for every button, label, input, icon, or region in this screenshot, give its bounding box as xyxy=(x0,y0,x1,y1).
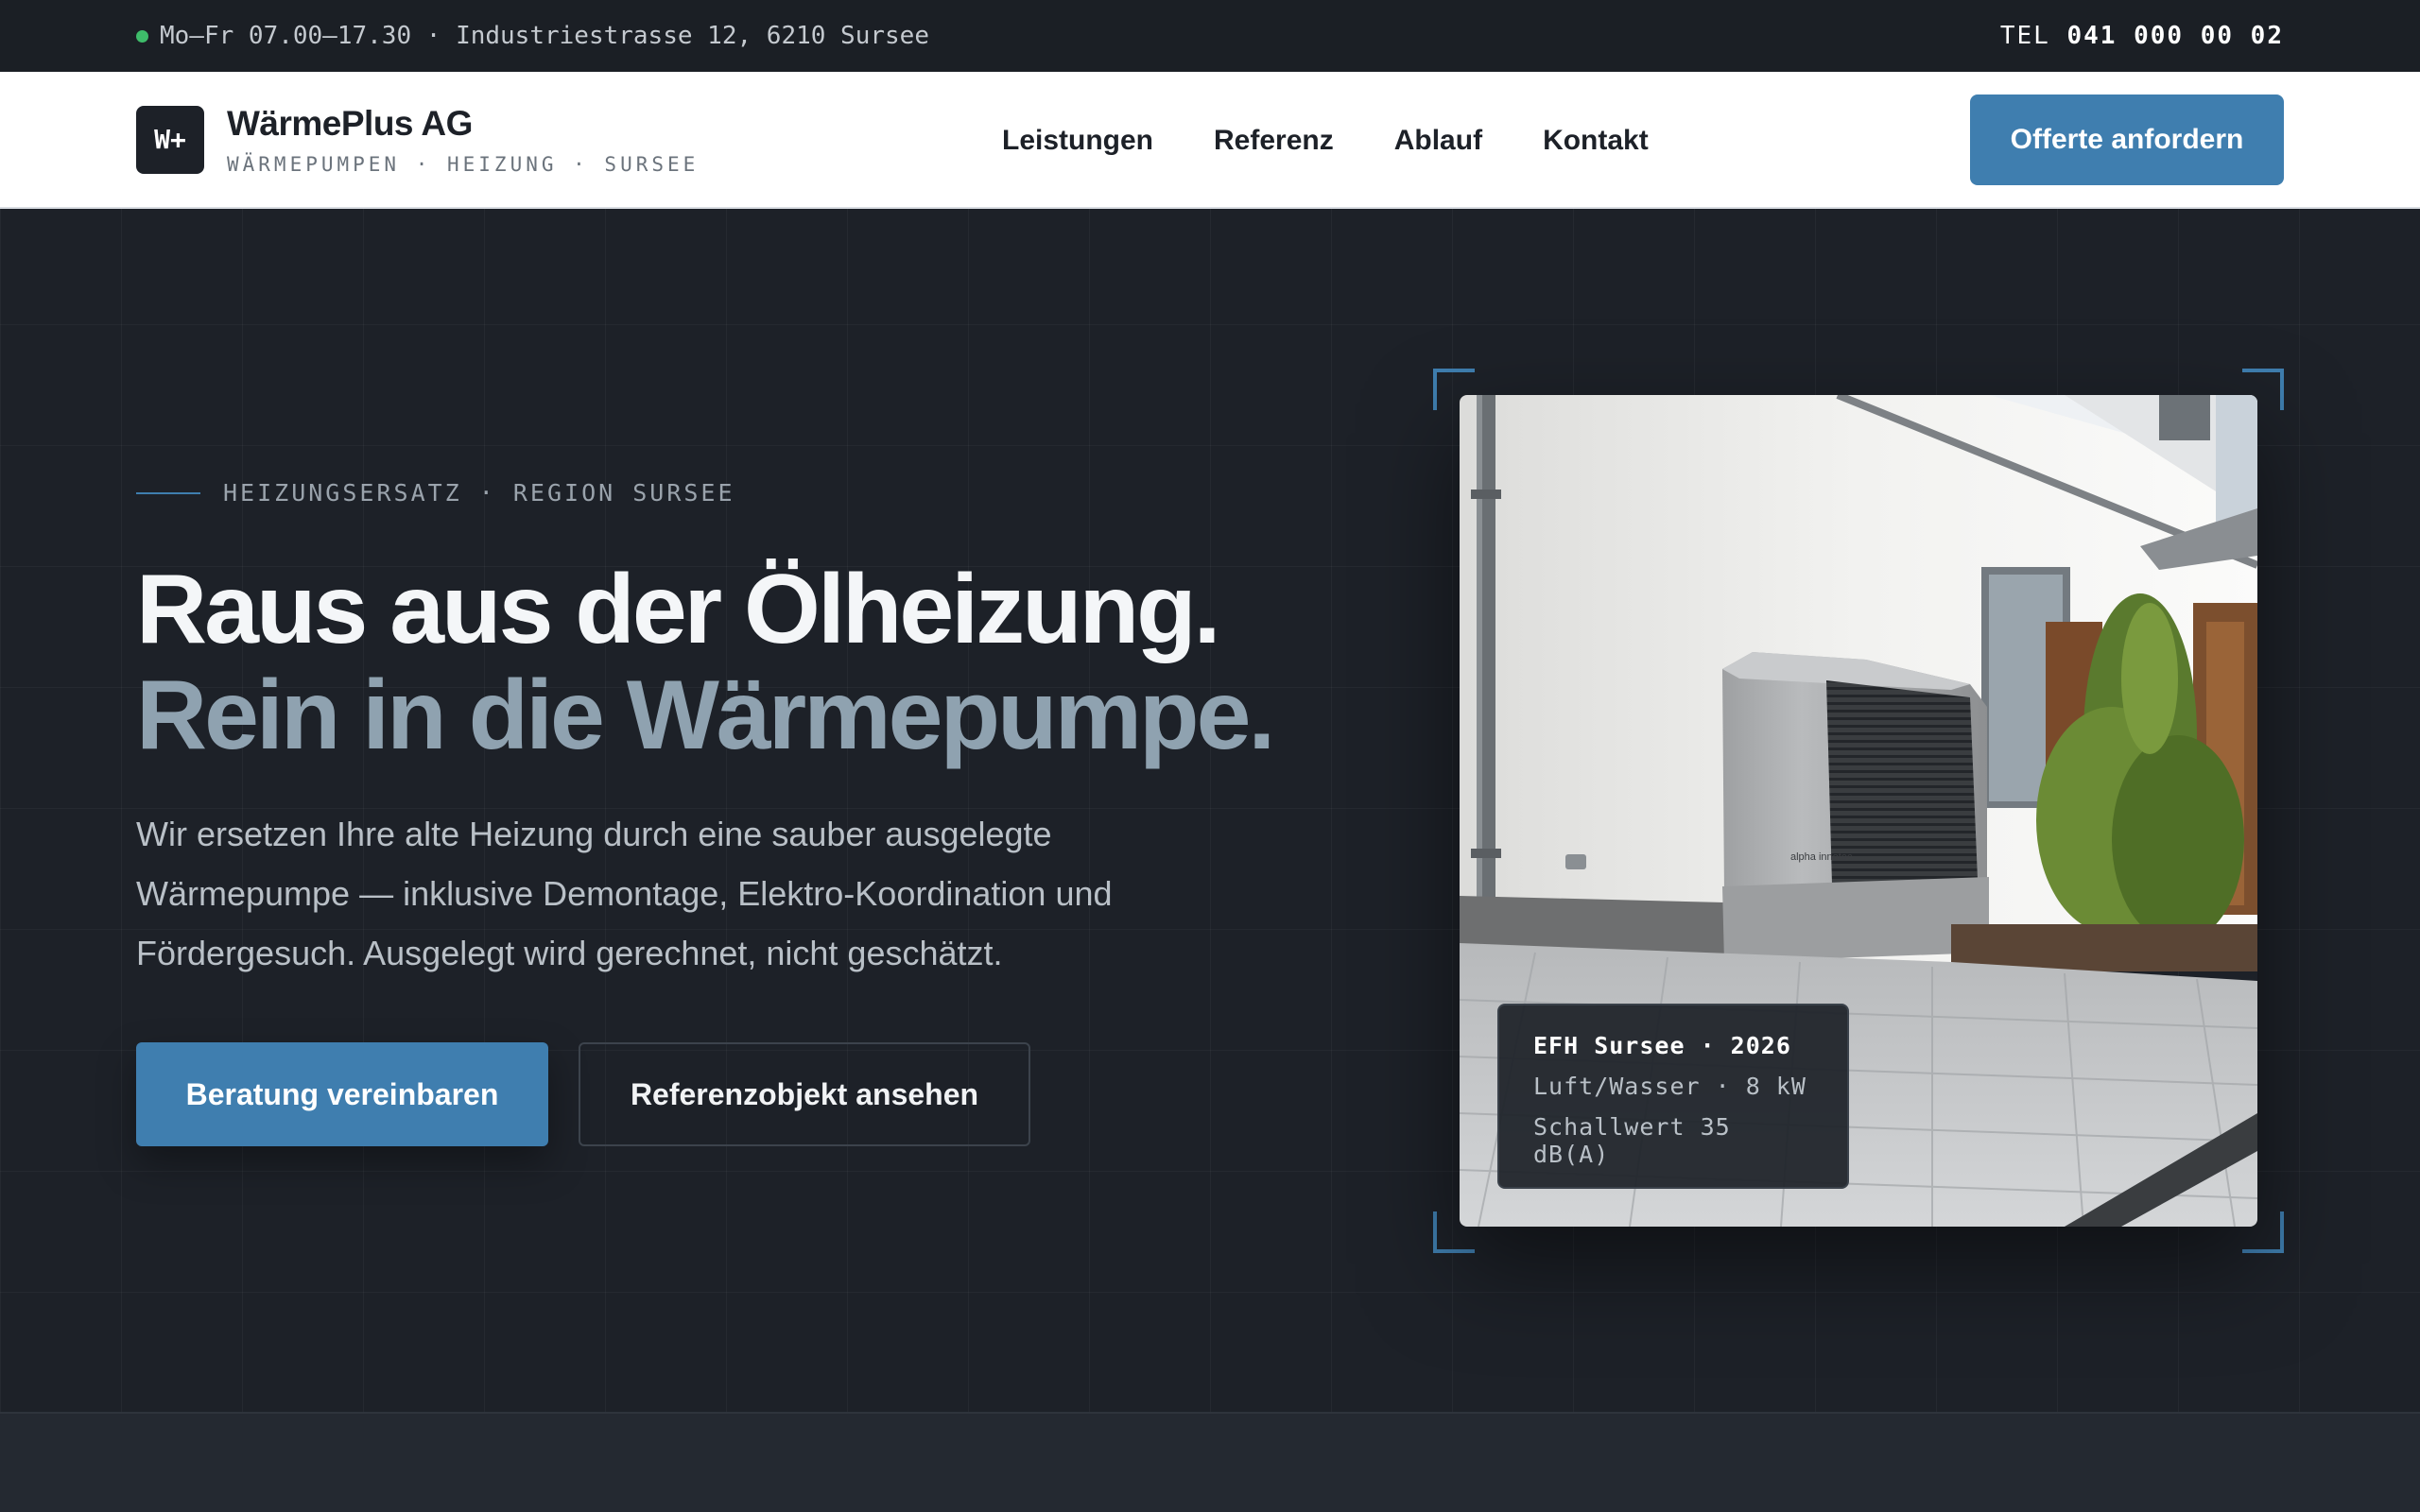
hours-address: Mo–Fr 07.00–17.30 · Industriestrasse 12,… xyxy=(136,22,929,50)
caption-noise-level: Schallwert 35 dB(A) xyxy=(1533,1113,1731,1168)
eyebrow-text: HEIZUNGSERSATZ · REGION SURSEE xyxy=(223,479,735,507)
hero-lead: Wir ersetzen Ihre alte Heizung durch ein… xyxy=(136,815,1113,972)
hero-section: HEIZUNGSERSATZ · REGION SURSEE Raus aus … xyxy=(0,209,2420,1412)
nav-link-kontakt[interactable]: Kontakt xyxy=(1543,125,1649,157)
unit-brand-label: alpha innotec xyxy=(1790,851,1853,863)
view-reference-button[interactable]: Referenzobjekt ansehen xyxy=(579,1042,1030,1146)
book-consultation-button[interactable]: Beratung vereinbaren xyxy=(136,1042,548,1146)
brand[interactable]: WärmePlus AG WÄRMEPUMPEN · HEIZUNG · SUR… xyxy=(227,104,699,176)
main-navigation: W+ WärmePlus AG WÄRMEPUMPEN · HEIZUNG · … xyxy=(0,72,2420,209)
eyebrow-line xyxy=(136,491,200,494)
logo-mark[interactable]: W+ xyxy=(136,105,204,174)
status-dot-icon xyxy=(136,29,148,43)
nav-link-ablauf[interactable]: Ablauf xyxy=(1394,125,1482,157)
hero-headline: Raus aus der Ölheizung. Rein in die Wärm… xyxy=(136,555,1275,770)
phone-label: TEL xyxy=(1999,22,2050,50)
phone-link[interactable]: TEL 041 000 00 02 xyxy=(2000,22,2284,50)
headline-line-1: Raus aus der Ölheizung. xyxy=(136,555,1221,664)
caption-system: Luft/Wasser · 8 kW xyxy=(1533,1073,1806,1100)
phone-number: 041 000 00 02 xyxy=(2066,22,2284,50)
hours-address-text: Mo–Fr 07.00–17.30 · Industriestrasse 12,… xyxy=(160,22,929,50)
brand-name: WärmePlus AG xyxy=(227,103,473,143)
project-caption-card: EFH Sursee · 2026 Luft/Wasser · 8 kW Sch… xyxy=(1497,1004,1849,1189)
nav-link-leistungen[interactable]: Leistungen xyxy=(1002,125,1153,157)
top-info-bar: Mo–Fr 07.00–17.30 · Industriestrasse 12,… xyxy=(0,0,2420,72)
nav-link-referenz[interactable]: Referenz xyxy=(1214,125,1334,157)
hero-eyebrow: HEIZUNGSERSATZ · REGION SURSEE xyxy=(136,479,735,507)
caption-title: EFH Sursee · 2026 xyxy=(1533,1032,1791,1059)
brand-tagline: WÄRMEPUMPEN · HEIZUNG · SURSEE xyxy=(227,152,700,176)
headline-line-2: Rein in die Wärmepumpe. xyxy=(136,661,1275,770)
nav-menu: Leistungen Referenz Ablauf Kontakt xyxy=(1002,72,1649,209)
request-quote-button[interactable]: Offerte anfordern xyxy=(1970,94,2284,185)
next-section-band xyxy=(0,1412,2420,1512)
